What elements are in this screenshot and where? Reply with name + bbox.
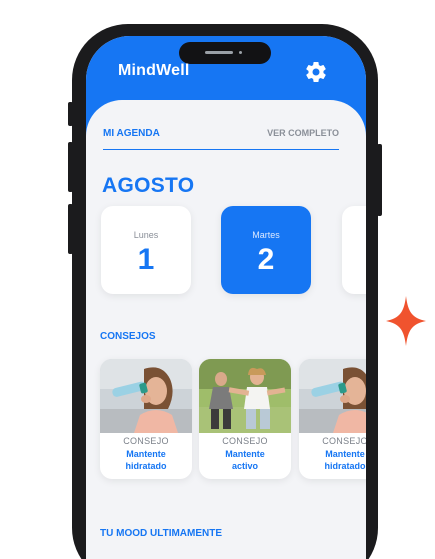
mood-title: TU MOOD ULTIMAMENTE [100,528,223,539]
tip-card[interactable]: CONSEJO Mantente activo [199,359,291,479]
day-name: Lunes [133,230,159,240]
speaker-grille [205,51,233,54]
woman-drinking-photo [299,359,366,433]
agenda-header: MI AGENDA VER COMPLETO [103,128,339,150]
front-camera [239,51,242,54]
day-card-tuesday[interactable]: Martes 2 [221,206,311,294]
month-title: AGOSTO [102,174,195,197]
tip-title: Mantente activo [225,449,265,471]
phone-power-button [377,144,382,216]
dynamic-island [179,42,271,64]
day-card-monday[interactable]: Lunes 1 [101,206,191,294]
phone-screen: MindWell MI AGENDA VER COMPLETO AGOSTO L… [86,36,366,559]
tip-title: Mantente hidratado [324,449,366,471]
day-name: Martes [252,230,280,240]
see-all-link[interactable]: VER COMPLETO [267,128,339,138]
phone-volume-up-button [68,142,73,192]
tip-card[interactable]: CONSEJO Mantente hidratado [299,359,366,479]
gear-icon[interactable] [304,60,328,84]
day-number: 2 [257,243,275,276]
people-exercising-photo [199,359,291,433]
tip-kicker: CONSEJO [222,436,268,446]
phone-side-button [68,102,73,126]
tip-card[interactable]: CONSEJO Mantente hidratado [100,359,192,479]
day-card-next[interactable] [342,206,366,294]
tip-kicker: CONSEJO [322,436,366,446]
app-title: MindWell [118,62,190,79]
sparkle-icon [386,296,426,346]
woman-drinking-photo [100,359,192,433]
phone-volume-down-button [68,204,73,254]
content-panel: MI AGENDA VER COMPLETO AGOSTO Lunes 1 Ma… [86,100,366,559]
agenda-title: MI AGENDA [103,128,160,139]
day-number: 1 [137,243,155,276]
tip-title: Mantente hidratado [125,449,167,471]
tip-kicker: CONSEJO [123,436,169,446]
tips-title: CONSEJOS [100,331,156,342]
